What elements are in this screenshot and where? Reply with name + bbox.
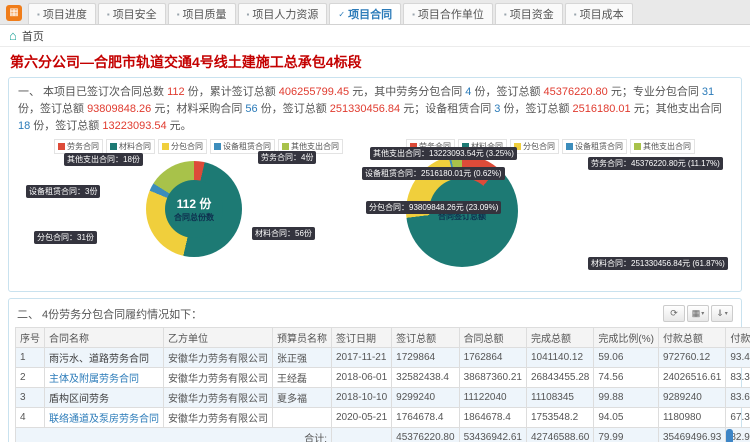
summary-paragraph: 一、 本项目已签订次合同总数 112 份，累计签订总额 406255799.45… — [18, 84, 732, 135]
legend-swatch — [162, 143, 169, 150]
col-header[interactable]: 序号 — [16, 328, 45, 348]
contract-summary-panel: 一、 本项目已签订次合同总数 112 份，累计签订总额 406255799.45… — [8, 77, 742, 292]
col-header[interactable]: 完成比例(%) — [594, 328, 659, 348]
col-header[interactable]: 合同总额 — [459, 328, 526, 348]
app-logo-icon[interactable]: ▦ — [6, 5, 22, 21]
labor-contracts-panel: 二、 4份劳务分包合同履约情况如下： ⟳ ▦▾ ⇓▾ 序号 合同名称 乙方单位 … — [8, 298, 742, 442]
callout-other-amount: 其他支出合同：13223093.54元 (3.25%) — [370, 147, 517, 160]
total-amount: 406255799.45 — [279, 86, 349, 98]
labor-contracts-table: 序号 合同名称 乙方单位 预算员名称 签订日期 签订总额 合同总额 完成总额 完… — [15, 327, 750, 442]
tab-project-partners[interactable]: ▪项目合作单位 — [403, 3, 493, 24]
col-header[interactable]: 合同名称 — [45, 328, 164, 348]
chevron-down-icon: ▾ — [701, 310, 704, 317]
table-row: 3 盾构区间劳务 安徽华力劳务有限公司 夏多福 2018-10-10 92992… — [16, 388, 750, 408]
callout-other-count: 其他支出合同：18份 — [64, 153, 143, 166]
legend-swatch — [214, 143, 221, 150]
contract-name-link[interactable]: 主体及附属劳务合同 — [49, 374, 139, 385]
donut-center-value: 112 份 — [177, 195, 212, 212]
tab-label: 项目成本 — [580, 6, 624, 22]
chevron-down-icon: ▾ — [725, 310, 728, 317]
table-header-row: 序号 合同名称 乙方单位 预算员名称 签订日期 签订总额 合同总额 完成总额 完… — [16, 328, 750, 348]
tab-project-quality[interactable]: ▪项目质量 — [168, 3, 236, 24]
tab-icon: ▪ — [412, 10, 415, 19]
col-header[interactable]: 预算员名称 — [273, 328, 332, 348]
tab-label: 项目进度 — [43, 6, 87, 22]
legend-swatch — [110, 143, 117, 150]
tab-label: 项目资金 — [510, 6, 554, 22]
callout-labor-amount: 劳务合同：45376220.80元 (11.17%) — [588, 157, 723, 170]
page-title: 第六分公司—合肥市轨道交通4号线土建施工总承包4标段 — [0, 47, 750, 75]
page: ▦ ▪项目进度 ▪项目安全 ▪项目质量 ▪项目人力资源 ✓项目合同 ▪项目合作单… — [0, 0, 750, 442]
tab-icon: ▪ — [504, 10, 507, 19]
col-header[interactable]: 签订总额 — [392, 328, 459, 348]
callout-material-amount: 材料合同：251330456.84元 (61.87%) — [588, 257, 728, 270]
total-count: 112 — [167, 86, 185, 98]
col-header[interactable]: 付款比例(%) — [726, 328, 750, 348]
export-button[interactable]: ⇓▾ — [711, 305, 733, 322]
columns-icon: ▦ — [692, 308, 701, 319]
callout-equipment-amount: 设备租赁合同：2516180.01元 (0.62%) — [362, 167, 505, 180]
section2-title: 二、 4份劳务分包合同履约情况如下： — [17, 306, 202, 322]
legend-item[interactable]: 劳务合同 — [54, 139, 103, 154]
col-header[interactable]: 乙方单位 — [164, 328, 273, 348]
tab-project-contract[interactable]: ✓项目合同 — [329, 3, 401, 24]
home-icon[interactable]: ⌂ — [9, 29, 17, 42]
col-header[interactable]: 完成总额 — [526, 328, 593, 348]
callout-subcontract-count: 分包合同：31份 — [34, 231, 97, 244]
table-row: 2 主体及附属劳务合同 安徽华力劳务有限公司 王经磊 2018-06-01 32… — [16, 368, 750, 388]
col-header[interactable]: 付款总额 — [658, 328, 725, 348]
legend-swatch — [58, 143, 65, 150]
donut-center: 112 份 合同总份数 — [165, 180, 223, 238]
tab-project-funds[interactable]: ▪项目资金 — [495, 3, 563, 24]
legend-item[interactable]: 设备租赁合同 — [562, 139, 627, 154]
legend-swatch — [282, 143, 289, 150]
callout-subcontract-amount: 分包合同：93809848.26元 (23.09%) — [366, 201, 501, 214]
tab-icon: ▪ — [574, 10, 577, 19]
table-toolbar: ⟳ ▦▾ ⇓▾ — [663, 305, 733, 322]
legend-item[interactable]: 分包合同 — [510, 139, 559, 154]
table-scrollbar-thumb[interactable] — [726, 429, 733, 442]
table-row: 4 联络通道及泵房劳务合同 安徽华力劳务有限公司 2020-05-21 1764… — [16, 408, 750, 428]
table-row: 1 雨污水、道路劳务合同 安徽华力劳务有限公司 张正强 2017-11-21 1… — [16, 348, 750, 368]
legend-item[interactable]: 其他支出合同 — [630, 139, 695, 154]
columns-button[interactable]: ▦▾ — [687, 305, 709, 322]
legend-swatch — [566, 143, 573, 150]
tab-label: 项目安全 — [113, 6, 157, 22]
tab-project-hr[interactable]: ▪项目人力资源 — [238, 3, 328, 24]
tab-icon: ▪ — [177, 10, 180, 19]
contract-name-link[interactable]: 联络通道及泵房劳务合同 — [49, 414, 159, 425]
top-tab-bar: ▦ ▪项目进度 ▪项目安全 ▪项目质量 ▪项目人力资源 ✓项目合同 ▪项目合作单… — [0, 0, 750, 25]
export-icon: ⇓ — [716, 308, 724, 319]
tab-label: 项目合作单位 — [418, 6, 484, 22]
contract-name-link[interactable]: 盾构区间劳务 — [49, 394, 109, 405]
callout-equipment-count: 设备租赁合同：3份 — [26, 185, 100, 198]
tab-icon: ▪ — [247, 10, 250, 19]
tab-icon: ▪ — [107, 10, 110, 19]
legend-item[interactable]: 分包合同 — [158, 139, 207, 154]
tab-label: 项目人力资源 — [252, 6, 318, 22]
breadcrumb-home-label[interactable]: 首页 — [22, 28, 44, 44]
legend-swatch — [634, 143, 641, 150]
refresh-icon: ⟳ — [670, 308, 678, 319]
table-total-row: 合计: 45376220.80 53436942.61 42746588.60 … — [16, 428, 750, 442]
charts-area: 劳务合同 材料合同 分包合同 设备租赁合同 其他支出合同 劳务合同 材料合同 分… — [18, 139, 732, 289]
contract-name-link[interactable]: 雨污水、道路劳务合同 — [49, 354, 149, 365]
callout-material-count: 材料合同：56份 — [252, 227, 315, 240]
check-icon: ✓ — [338, 10, 345, 19]
tab-icon: ▪ — [37, 10, 40, 19]
donut-chart-contract-count[interactable]: 112 份 合同总份数 — [146, 161, 242, 257]
tab-project-cost[interactable]: ▪项目成本 — [565, 3, 633, 24]
total-label: 合计: — [16, 428, 332, 442]
tab-label: 项目合同 — [348, 6, 392, 22]
donut-center-label: 合同总份数 — [174, 212, 214, 223]
tab-project-safety[interactable]: ▪项目安全 — [98, 3, 166, 24]
callout-labor-count: 劳务合同：4份 — [258, 151, 316, 164]
tab-label: 项目质量 — [183, 6, 227, 22]
breadcrumb: ⌂ 首页 — [0, 25, 750, 47]
col-header[interactable]: 签订日期 — [332, 328, 392, 348]
legend-item[interactable]: 材料合同 — [106, 139, 155, 154]
refresh-button[interactable]: ⟳ — [663, 305, 685, 322]
tab-project-progress[interactable]: ▪项目进度 — [28, 3, 96, 24]
